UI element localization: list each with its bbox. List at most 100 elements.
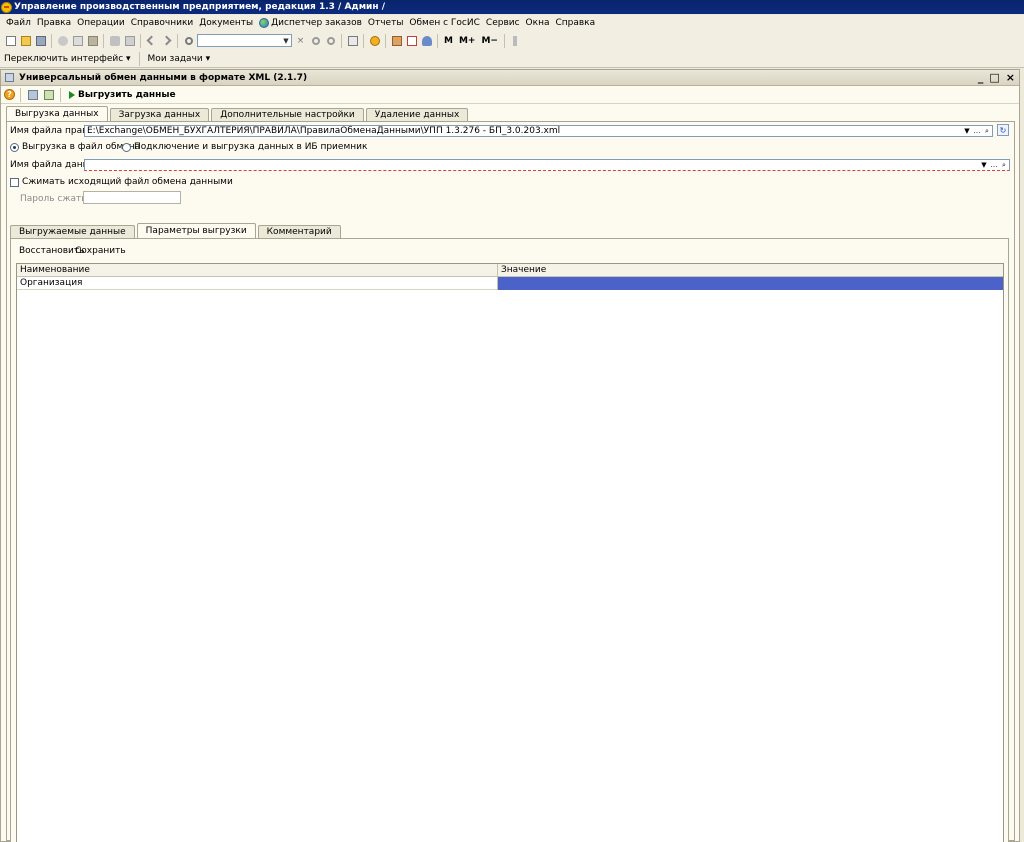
- search-icon[interactable]: [182, 34, 195, 47]
- field-buttons: ▼ … ⌕: [962, 126, 992, 136]
- play-icon: [69, 90, 75, 99]
- sub-tabs: Выгружаемые данные Параметры выгрузки Ко…: [10, 223, 343, 238]
- window-title: Универсальный обмен данными в формате XM…: [19, 72, 308, 83]
- memory-button[interactable]: M: [442, 36, 455, 46]
- memory-plus-button[interactable]: M+: [457, 36, 478, 46]
- search-icon[interactable]: ⌕: [982, 127, 992, 136]
- chevron-down-icon[interactable]: ▼: [979, 161, 989, 169]
- copy-icon[interactable]: [71, 34, 84, 47]
- cut-icon[interactable]: [56, 34, 69, 47]
- toolbar-separator: [60, 87, 61, 102]
- radio-export-to-file[interactable]: Выгрузка в файл обмена: [10, 142, 140, 152]
- table-row[interactable]: Организация: [17, 277, 1003, 290]
- search-next-icon[interactable]: [309, 34, 322, 47]
- print-preview-icon[interactable]: [123, 34, 136, 47]
- main-toolbar: ▼ × M M+ M−: [0, 31, 1024, 50]
- save-settings-icon[interactable]: [42, 88, 55, 101]
- print-icon[interactable]: [108, 34, 121, 47]
- menu-gosis-exchange[interactable]: Обмен с ГосИС: [406, 18, 482, 28]
- info-icon[interactable]: [368, 34, 381, 47]
- paste-icon[interactable]: [86, 34, 99, 47]
- open-folder-icon[interactable]: [19, 34, 32, 47]
- undo-icon[interactable]: [145, 34, 158, 47]
- help-icon[interactable]: ?: [4, 89, 15, 100]
- main-tabs: Выгрузка данных Загрузка данных Дополнит…: [6, 106, 470, 121]
- my-tasks-label: Мои задачи: [147, 53, 203, 64]
- toolbar-separator: [138, 51, 140, 66]
- windows-list-icon[interactable]: [346, 34, 359, 47]
- save-icon[interactable]: [34, 34, 47, 47]
- switch-interface-button[interactable]: Переключить интерфейс ▾: [4, 54, 131, 64]
- table-header: Наименование Значение: [17, 264, 1003, 277]
- clear-search-icon[interactable]: ×: [294, 34, 307, 47]
- menu-service[interactable]: Сервис: [483, 18, 523, 28]
- rules-file-value: E:\Exchange\ОБМЕН_БУХГАЛТЕРИЯ\ПРАВИЛА\Пр…: [87, 126, 561, 136]
- search-prev-icon[interactable]: [324, 34, 337, 47]
- column-header-value[interactable]: Значение: [498, 264, 1003, 277]
- maximize-icon[interactable]: □: [989, 71, 999, 84]
- menu-operations[interactable]: Операции: [74, 18, 128, 28]
- compress-checkbox-label: Сжимать исходящий файл обмена данными: [22, 177, 233, 187]
- select-file-icon[interactable]: …: [972, 127, 982, 135]
- select-file-icon[interactable]: …: [989, 161, 999, 169]
- menu-help[interactable]: Справка: [552, 18, 598, 28]
- tab-upload[interactable]: Выгрузка данных: [6, 106, 108, 121]
- memory-minus-button[interactable]: M−: [479, 36, 500, 46]
- toolbar-separator: [177, 33, 178, 48]
- radio-connect-export-indicator: [122, 142, 131, 152]
- rules-file-field[interactable]: E:\Exchange\ОБМЕН_БУХГАЛТЕРИЯ\ПРАВИЛА\Пр…: [84, 125, 993, 137]
- customize-icon[interactable]: [509, 34, 522, 47]
- app-title: Управление производственным предприятием…: [14, 2, 385, 12]
- menu-order-dispatcher[interactable]: Диспетчер заказов: [256, 18, 365, 28]
- search-icon[interactable]: ⌕: [999, 161, 1009, 170]
- chevron-down-icon[interactable]: ▼: [962, 127, 972, 135]
- menu-edit[interactable]: Правка: [34, 18, 74, 28]
- calculator-icon[interactable]: [390, 34, 403, 47]
- save-button[interactable]: Сохранить: [75, 246, 126, 256]
- toolbar-separator: [341, 33, 342, 48]
- restore-settings-icon[interactable]: [26, 88, 39, 101]
- password-field[interactable]: [83, 191, 181, 204]
- row-value-cell[interactable]: [498, 277, 1003, 290]
- data-file-field[interactable]: ▼ … ⌕: [84, 159, 1010, 171]
- chevron-down-icon[interactable]: ▼: [281, 35, 291, 46]
- app-title-bar: Управление производственным предприятием…: [0, 0, 1024, 14]
- menu-windows[interactable]: Окна: [523, 18, 553, 28]
- radio-connect-export[interactable]: Подключение и выгрузка данных в ИБ прием…: [122, 142, 367, 152]
- form-icon: [3, 71, 16, 84]
- toolbar-separator: [363, 33, 364, 48]
- calendar-icon[interactable]: [405, 34, 418, 47]
- refresh-rules-icon[interactable]: ↻: [997, 124, 1009, 136]
- tab-export-params[interactable]: Параметры выгрузки: [136, 223, 256, 238]
- toolbar-separator: [503, 33, 505, 48]
- tab-delete-data[interactable]: Удаление данных: [365, 108, 469, 121]
- toolbar-separator: [103, 33, 104, 48]
- tab-extra-settings[interactable]: Дополнительные настройки: [211, 108, 364, 121]
- minimize-icon[interactable]: _: [978, 71, 984, 84]
- redo-icon[interactable]: [160, 34, 173, 47]
- upload-data-label: Выгрузить данные: [78, 89, 176, 100]
- toolbar-separator: [20, 87, 21, 102]
- compress-checkbox[interactable]: Сжимать исходящий файл обмена данными: [10, 177, 233, 187]
- my-tasks-button[interactable]: Мои задачи ▾: [148, 54, 211, 64]
- users-icon[interactable]: [420, 34, 433, 47]
- menu-file[interactable]: Файл: [3, 18, 34, 28]
- menu-reports[interactable]: Отчеты: [365, 18, 407, 28]
- tab-download[interactable]: Загрузка данных: [109, 108, 210, 121]
- toolbar-separator: [437, 33, 438, 48]
- column-header-name[interactable]: Наименование: [17, 264, 498, 277]
- new-document-icon[interactable]: [4, 34, 17, 47]
- window-controls: _ □ ×: [978, 71, 1015, 84]
- search-input[interactable]: ▼: [197, 34, 292, 47]
- window-title-bar: Универсальный обмен данными в формате XM…: [1, 70, 1019, 86]
- globe-icon: [259, 18, 270, 28]
- compress-checkbox-box: [10, 177, 19, 187]
- tab-comment[interactable]: Комментарий: [257, 225, 341, 238]
- close-icon[interactable]: ×: [1006, 71, 1015, 84]
- tab-exported-data[interactable]: Выгружаемые данные: [10, 225, 135, 238]
- menu-catalogs[interactable]: Справочники: [128, 18, 197, 28]
- menu-documents[interactable]: Документы: [196, 18, 256, 28]
- form-toolbar: ? Выгрузить данные: [1, 86, 1019, 104]
- row-name-cell[interactable]: Организация: [17, 277, 498, 290]
- upload-data-button[interactable]: Выгрузить данные: [66, 90, 176, 100]
